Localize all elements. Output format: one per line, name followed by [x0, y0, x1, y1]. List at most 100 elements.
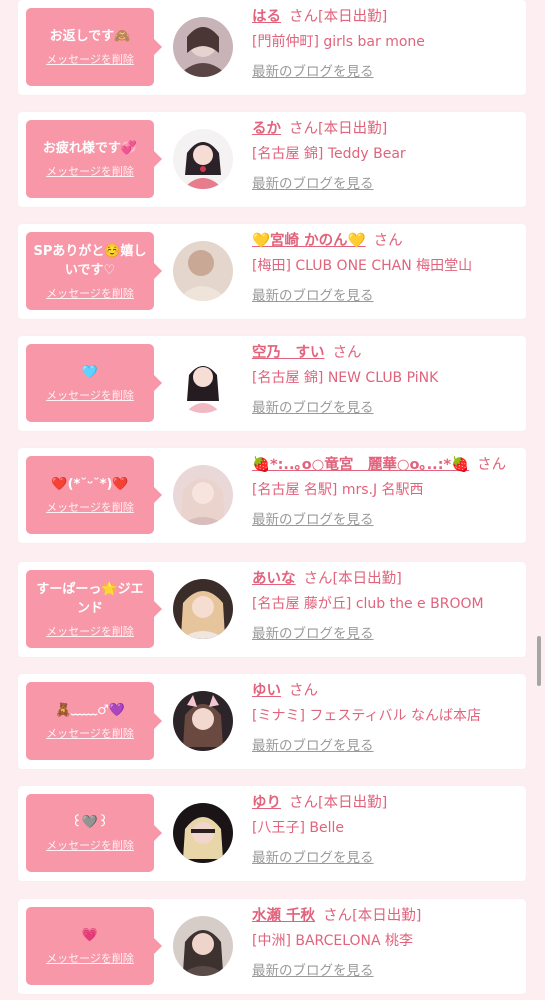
latest-blog-link[interactable]: 最新のブログを見る	[252, 846, 374, 866]
latest-blog-link[interactable]: 最新のブログを見る	[252, 959, 374, 979]
message-bubble: お疲れ様です💞 メッセージを削除	[26, 120, 162, 198]
message-text: ❤️(*˘ᵕ˘*)❤️	[51, 477, 129, 492]
cast-info: はる さん[本日出勤] [門前仲町] girls bar mone 最新のブログを…	[252, 6, 522, 80]
shop-name: [ミナミ] フェスティバル なんば本店	[252, 708, 481, 724]
honorific: さん	[373, 233, 403, 249]
cast-name-link[interactable]: はる	[252, 9, 281, 25]
delete-message-link[interactable]: メッセージを削除	[46, 950, 134, 966]
honorific: さん	[289, 121, 318, 137]
delete-message-link[interactable]: メッセージを削除	[46, 837, 134, 853]
cast-info: あいな さん[本日出勤] [名古屋 藤が丘] club the e BROOM 最…	[252, 568, 522, 642]
name-line: るか さん[本日出勤]	[252, 118, 522, 140]
message-card: 🧸﹏﹏♂💜 メッセージを削除 ゆい さん [ミナミ] フェスティバル なんば本店 …	[18, 674, 526, 769]
message-text: お返しです🙈	[49, 29, 131, 44]
work-status: [本日出勤]	[318, 795, 388, 811]
message-bubble: すーぱーっ🌟ジエンド メッセージを削除	[26, 570, 162, 648]
name-line: 空乃 すい さん	[252, 342, 522, 364]
delete-message-link[interactable]: メッセージを削除	[46, 499, 134, 515]
delete-message-link[interactable]: メッセージを削除	[46, 725, 134, 741]
message-bubble: ꒰🩶꒱ メッセージを削除	[26, 794, 162, 872]
avatar[interactable]	[173, 17, 233, 77]
delete-message-link[interactable]: メッセージを削除	[46, 163, 134, 179]
latest-blog-link[interactable]: 最新のブログを見る	[252, 284, 374, 304]
avatar[interactable]	[173, 241, 233, 301]
cast-name-link[interactable]: 空乃 すい	[252, 345, 325, 361]
message-bubble: 🩵 メッセージを削除	[26, 344, 162, 422]
delete-message-link[interactable]: メッセージを削除	[46, 51, 134, 67]
message-card: ❤️(*˘ᵕ˘*)❤️ メッセージを削除 🍓*:..｡o○竜宮 麗華○o｡..:…	[18, 448, 526, 543]
honorific: さん	[289, 9, 318, 25]
name-line: 💛宮崎 かのん💛 さん	[252, 230, 522, 252]
shop-name: [名古屋 名駅] mrs.J 名駅西	[252, 482, 424, 498]
message-card: 🩵 メッセージを削除 空乃 すい さん [名古屋 錦] NEW CLUB PiNK…	[18, 336, 526, 431]
delete-message-link[interactable]: メッセージを削除	[46, 387, 134, 403]
latest-blog-link[interactable]: 最新のブログを見る	[252, 734, 374, 754]
latest-blog-link[interactable]: 最新のブログを見る	[252, 396, 374, 416]
work-status: [本日出勤]	[318, 121, 388, 137]
shop-name: [八王子] Belle	[252, 820, 344, 836]
avatar[interactable]	[173, 579, 233, 639]
cast-info: 水瀬 千秋 さん[本日出勤] [中洲] BARCELONA 桃李 最新のブログを見…	[252, 905, 522, 979]
honorific: さん	[323, 908, 353, 924]
cast-name-link[interactable]: るか	[252, 121, 281, 137]
shop-name: [中洲] BARCELONA 桃李	[252, 933, 414, 949]
message-bubble: お返しです🙈 メッセージを削除	[26, 8, 162, 86]
honorific: さん	[289, 683, 318, 699]
name-line: ゆり さん[本日出勤]	[252, 792, 522, 814]
avatar[interactable]	[173, 129, 233, 189]
avatar[interactable]	[173, 691, 233, 751]
avatar[interactable]	[173, 916, 233, 976]
delete-message-link[interactable]: メッセージを削除	[46, 623, 134, 639]
name-line: 🍓*:..｡o○竜宮 麗華○o｡..:*🍓 さん	[252, 454, 522, 476]
message-text: SPありがと☺️嬉しいです♡	[33, 243, 147, 278]
delete-message-link[interactable]: メッセージを削除	[46, 285, 134, 301]
cast-name-link[interactable]: ゆり	[252, 795, 281, 811]
message-bubble: 💗 メッセージを削除	[26, 907, 162, 985]
cast-info: 💛宮崎 かのん💛 さん [梅田] CLUB ONE CHAN 梅田堂山 最新のブロ…	[252, 230, 522, 304]
name-line: はる さん[本日出勤]	[252, 6, 522, 28]
cast-info: ゆり さん[本日出勤] [八王子] Belle 最新のブログを見る	[252, 792, 522, 866]
honorific: さん	[477, 457, 507, 473]
cast-name-link[interactable]: あいな	[252, 571, 296, 587]
message-text: ꒰🩶꒱	[71, 815, 109, 830]
message-text: お疲れ様です💞	[42, 141, 138, 156]
shop-name: [名古屋 錦] NEW CLUB PiNK	[252, 370, 439, 386]
message-text: 🩵	[81, 365, 99, 380]
name-line: ゆい さん	[252, 680, 522, 702]
cast-info: 空乃 すい さん [名古屋 錦] NEW CLUB PiNK 最新のブログを見る	[252, 342, 522, 416]
cast-name-link[interactable]: ゆい	[252, 683, 281, 699]
work-status: [本日出勤]	[352, 908, 422, 924]
honorific: さん	[303, 571, 333, 587]
cast-name-link[interactable]: 💛宮崎 かのん💛	[252, 233, 366, 249]
latest-blog-link[interactable]: 最新のブログを見る	[252, 60, 374, 80]
message-card: すーぱーっ🌟ジエンド メッセージを削除 あいな さん[本日出勤] [名古屋 藤が丘…	[18, 562, 526, 657]
message-bubble: ❤️(*˘ᵕ˘*)❤️ メッセージを削除	[26, 456, 162, 534]
honorific: さん	[289, 795, 318, 811]
name-line: あいな さん[本日出勤]	[252, 568, 522, 590]
shop-name: [名古屋 錦] Teddy Bear	[252, 146, 406, 162]
avatar[interactable]	[173, 465, 233, 525]
shop-name: [門前仲町] girls bar mone	[252, 34, 425, 50]
work-status: [本日出勤]	[332, 571, 402, 587]
avatar[interactable]	[173, 353, 233, 413]
latest-blog-link[interactable]: 最新のブログを見る	[252, 172, 374, 192]
cast-info: 🍓*:..｡o○竜宮 麗華○o｡..:*🍓 さん [名古屋 名駅] mrs.J 名…	[252, 454, 522, 528]
message-card: ꒰🩶꒱ メッセージを削除 ゆり さん[本日出勤] [八王子] Belle 最新のブ…	[18, 786, 526, 881]
message-bubble: SPありがと☺️嬉しいです♡ メッセージを削除	[26, 232, 162, 310]
cast-name-link[interactable]: 水瀬 千秋	[252, 908, 315, 924]
scrollbar[interactable]	[537, 636, 541, 686]
name-line: 水瀬 千秋 さん[本日出勤]	[252, 905, 522, 927]
cast-info: ゆい さん [ミナミ] フェスティバル なんば本店 最新のブログを見る	[252, 680, 522, 754]
message-card: お疲れ様です💞 メッセージを削除 るか さん[本日出勤] [名古屋 錦] Tedd…	[18, 112, 526, 207]
message-text: すーぱーっ🌟ジエンド	[36, 581, 144, 616]
avatar[interactable]	[173, 803, 233, 863]
latest-blog-link[interactable]: 最新のブログを見る	[252, 508, 374, 528]
message-bubble: 🧸﹏﹏♂💜 メッセージを削除	[26, 682, 162, 760]
message-card: 💗 メッセージを削除 水瀬 千秋 さん[本日出勤] [中洲] BARCELONA …	[18, 899, 526, 994]
message-card: お返しです🙈 メッセージを削除 はる さん[本日出勤] [門前仲町] girls …	[18, 0, 526, 95]
work-status: [本日出勤]	[318, 9, 388, 25]
cast-name-link[interactable]: 🍓*:..｡o○竜宮 麗華○o｡..:*🍓	[252, 457, 469, 473]
message-text: 💗	[81, 928, 99, 943]
latest-blog-link[interactable]: 最新のブログを見る	[252, 622, 374, 642]
message-text: 🧸﹏﹏♂💜	[54, 703, 126, 718]
